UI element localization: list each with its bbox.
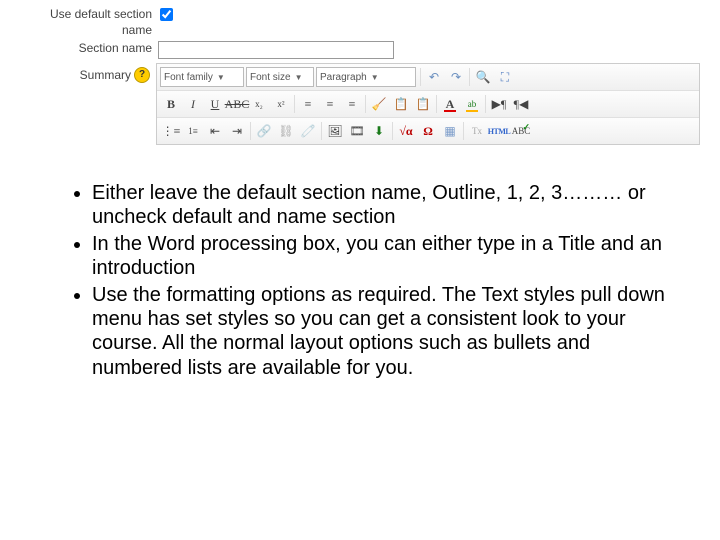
instruction-item: In the Word processing box, you can eith…: [92, 232, 684, 281]
clipboard-icon: 📋: [394, 97, 409, 112]
toolbar-separator: [469, 68, 470, 86]
instruction-item: Either leave the default section name, O…: [92, 181, 684, 230]
toolbar-separator: [250, 122, 251, 140]
align-center-button[interactable]: ≡: [319, 93, 341, 115]
paragraph-format-select[interactable]: Paragraph▼: [316, 67, 416, 87]
superscript-icon: x²: [277, 99, 284, 109]
insert-media-button[interactable]: 🎞: [346, 120, 368, 142]
file-icon: ⬇: [374, 124, 384, 139]
sqrt-icon: √α: [399, 124, 412, 139]
media-icon: 🎞: [349, 124, 364, 139]
spellcheck-button[interactable]: ABC✓: [510, 120, 532, 142]
underline-button[interactable]: U: [204, 93, 226, 115]
italic-button[interactable]: I: [182, 93, 204, 115]
redo-icon: ↷: [451, 70, 461, 85]
align-left-icon: ≡: [305, 97, 312, 112]
help-icon[interactable]: ?: [134, 67, 150, 83]
instruction-item: Use the formatting options as required. …: [92, 283, 684, 381]
fullscreen-button[interactable]: ⛶: [494, 66, 516, 88]
strike-icon: ABC: [225, 97, 250, 112]
toolbar-separator: [420, 68, 421, 86]
outdent-button[interactable]: ⇤: [204, 120, 226, 142]
italic-icon: I: [191, 97, 195, 112]
clipboard-text-icon: 📋: [416, 97, 431, 112]
bold-button[interactable]: B: [160, 93, 182, 115]
symbol-button[interactable]: Ω: [417, 120, 439, 142]
link-icon: 🔗: [257, 124, 272, 139]
eraser-icon: Tx: [472, 126, 482, 136]
section-settings-form: Use default section name Section name Su…: [0, 0, 700, 145]
insert-image-button[interactable]: 🖼: [324, 120, 346, 142]
align-center-icon: ≡: [327, 97, 334, 112]
instructions-block: Either leave the default section name, O…: [36, 181, 684, 380]
undo-button[interactable]: ↶: [423, 66, 445, 88]
undo-icon: ↶: [429, 70, 439, 85]
html-icon: HTML: [488, 127, 510, 136]
table-icon: ▦: [444, 124, 455, 139]
rtl-button[interactable]: ¶◀: [510, 93, 532, 115]
subscript-icon: x₂: [255, 99, 263, 109]
broom-icon: 🧹: [372, 97, 387, 112]
paste-text-button[interactable]: 📋: [412, 93, 434, 115]
indent-button[interactable]: ⇥: [226, 120, 248, 142]
toolbar-separator: [365, 95, 366, 113]
anchor-icon: 🧷: [301, 124, 316, 139]
align-right-icon: ≡: [349, 97, 356, 112]
search-icon: 🔍: [476, 70, 491, 85]
use-default-section-checkbox[interactable]: [160, 8, 173, 21]
editor-toolbar-row-3: ⋮≡ 1≡ ⇤ ⇥ 🔗 ⛓ 🧷 🖼 🎞 ⬇ √α Ω ▦: [157, 118, 699, 144]
fullscreen-icon: ⛶: [501, 70, 509, 85]
align-left-button[interactable]: ≡: [297, 93, 319, 115]
toolbar-separator: [294, 95, 295, 113]
toolbar-separator: [485, 95, 486, 113]
ordered-list-button[interactable]: 1≡: [182, 120, 204, 142]
font-family-select[interactable]: Font family▼: [160, 67, 244, 87]
highlight-icon: ab: [468, 99, 477, 109]
paste-word-button[interactable]: 📋: [390, 93, 412, 115]
clean-code-button[interactable]: 🧹: [368, 93, 390, 115]
sigma-icon: Ω: [423, 124, 433, 139]
align-right-button[interactable]: ≡: [341, 93, 363, 115]
anchor-button[interactable]: 🧷: [297, 120, 319, 142]
unlink-icon: ⛓: [278, 124, 293, 139]
outdent-icon: ⇤: [210, 124, 220, 139]
redo-button[interactable]: ↷: [445, 66, 467, 88]
rtl-icon: ¶◀: [514, 97, 529, 112]
equation-button[interactable]: √α: [395, 120, 417, 142]
ol-icon: 1≡: [188, 126, 198, 136]
image-icon: 🖼: [327, 124, 342, 139]
toolbar-separator: [321, 122, 322, 140]
unordered-list-button[interactable]: ⋮≡: [160, 120, 182, 142]
toolbar-separator: [436, 95, 437, 113]
section-name-input[interactable]: [158, 41, 394, 59]
ltr-icon: ▶¶: [492, 97, 507, 112]
link-button[interactable]: 🔗: [253, 120, 275, 142]
use-default-section-label: Use default section name: [20, 6, 158, 38]
table-button[interactable]: ▦: [439, 120, 461, 142]
toolbar-separator: [463, 122, 464, 140]
toolbar-separator: [392, 122, 393, 140]
unlink-button[interactable]: ⛓: [275, 120, 297, 142]
strikethrough-button[interactable]: ABC: [226, 93, 248, 115]
bold-icon: B: [167, 97, 175, 112]
insert-file-button[interactable]: ⬇: [368, 120, 390, 142]
indent-icon: ⇥: [232, 124, 242, 139]
background-color-button[interactable]: ab: [461, 93, 483, 115]
editor-toolbar-row-1: Font family▼ Font size▼ Paragraph▼ ↶ ↷ 🔍…: [157, 64, 699, 91]
ltr-button[interactable]: ▶¶: [488, 93, 510, 115]
text-color-button[interactable]: A: [439, 93, 461, 115]
rich-text-editor: Font family▼ Font size▼ Paragraph▼ ↶ ↷ 🔍…: [156, 63, 700, 145]
subscript-button[interactable]: x₂: [248, 93, 270, 115]
superscript-button[interactable]: x²: [270, 93, 292, 115]
html-source-button[interactable]: HTML: [488, 120, 510, 142]
ul-icon: ⋮≡: [162, 124, 181, 139]
section-name-label: Section name: [20, 40, 158, 56]
editor-toolbar-row-2: B I U ABC x₂ x² ≡ ≡ ≡ 🧹 📋 📋 A ab: [157, 91, 699, 118]
font-size-select[interactable]: Font size▼: [246, 67, 314, 87]
find-button[interactable]: 🔍: [472, 66, 494, 88]
summary-label: Summary: [80, 67, 131, 83]
remove-format-button[interactable]: Tx: [466, 120, 488, 142]
underline-icon: U: [211, 97, 220, 112]
